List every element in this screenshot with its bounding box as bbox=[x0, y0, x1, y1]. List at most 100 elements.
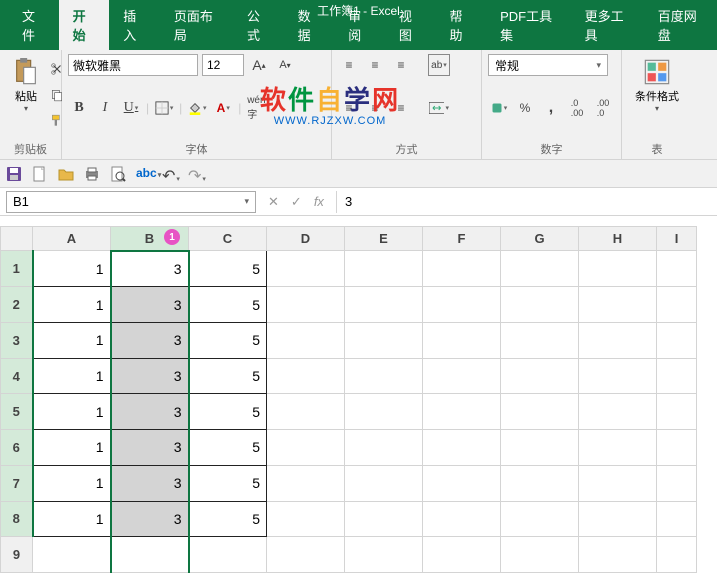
cell[interactable] bbox=[345, 537, 423, 573]
cell[interactable] bbox=[267, 251, 345, 287]
col-header-I[interactable]: I bbox=[657, 227, 697, 251]
cell[interactable]: 5 bbox=[189, 287, 267, 323]
cell[interactable]: 5 bbox=[189, 430, 267, 466]
increase-decimal-button[interactable]: .0.00 bbox=[566, 97, 588, 119]
col-header-D[interactable]: D bbox=[267, 227, 345, 251]
new-icon[interactable] bbox=[32, 166, 48, 182]
col-header-H[interactable]: H bbox=[579, 227, 657, 251]
cell[interactable] bbox=[657, 358, 697, 394]
print-icon[interactable] bbox=[84, 166, 100, 182]
accounting-format-button[interactable] bbox=[488, 97, 510, 119]
cell[interactable] bbox=[267, 537, 345, 573]
decrease-decimal-button[interactable]: .00.0 bbox=[592, 97, 614, 119]
cell[interactable]: 1 bbox=[33, 465, 111, 501]
fx-icon[interactable]: fx bbox=[314, 194, 324, 210]
cell[interactable]: 5 bbox=[189, 501, 267, 537]
sheet-area[interactable]: A B1 C D E F G H I 113521353135413551356… bbox=[0, 226, 717, 573]
tab-baidu[interactable]: 百度网盘 bbox=[644, 0, 717, 50]
cell[interactable] bbox=[345, 465, 423, 501]
cell[interactable] bbox=[345, 322, 423, 358]
cell[interactable] bbox=[33, 537, 111, 573]
cell[interactable] bbox=[657, 251, 697, 287]
cell[interactable] bbox=[501, 394, 579, 430]
cell[interactable] bbox=[423, 358, 501, 394]
cell[interactable] bbox=[189, 537, 267, 573]
tab-file[interactable]: 文件 bbox=[8, 0, 59, 50]
cell[interactable] bbox=[501, 501, 579, 537]
tab-page-layout[interactable]: 页面布局 bbox=[160, 0, 233, 50]
cell[interactable] bbox=[345, 287, 423, 323]
align-center-icon[interactable]: ≡ bbox=[364, 97, 386, 119]
row-header[interactable]: 1 bbox=[1, 251, 33, 287]
cell[interactable] bbox=[345, 251, 423, 287]
cancel-formula-icon[interactable]: ✕ bbox=[268, 194, 279, 210]
cell[interactable] bbox=[501, 537, 579, 573]
cell[interactable] bbox=[501, 465, 579, 501]
cell[interactable] bbox=[501, 358, 579, 394]
tab-view[interactable]: 视图 bbox=[385, 0, 436, 50]
percent-button[interactable]: % bbox=[514, 97, 536, 119]
cell[interactable] bbox=[501, 430, 579, 466]
cell[interactable] bbox=[657, 394, 697, 430]
cell[interactable] bbox=[267, 394, 345, 430]
cell[interactable] bbox=[267, 430, 345, 466]
align-right-icon[interactable]: ≡ bbox=[390, 97, 412, 119]
tab-review[interactable]: 审阅 bbox=[334, 0, 385, 50]
col-header-F[interactable]: F bbox=[423, 227, 501, 251]
cell[interactable] bbox=[423, 287, 501, 323]
paste-button[interactable]: 粘贴 ▾ bbox=[6, 54, 46, 132]
font-name-select[interactable] bbox=[68, 54, 198, 76]
cell[interactable]: 3 bbox=[111, 251, 189, 287]
cell[interactable] bbox=[267, 358, 345, 394]
cell[interactable] bbox=[345, 358, 423, 394]
spelling-icon[interactable]: abc bbox=[136, 166, 152, 182]
cell[interactable] bbox=[657, 287, 697, 323]
cell[interactable] bbox=[579, 537, 657, 573]
italic-button[interactable]: I bbox=[94, 97, 116, 119]
cell[interactable] bbox=[345, 501, 423, 537]
cell[interactable] bbox=[657, 465, 697, 501]
save-icon[interactable] bbox=[6, 166, 22, 182]
col-header-A[interactable]: A bbox=[33, 227, 111, 251]
cell[interactable]: 3 bbox=[111, 394, 189, 430]
col-header-B[interactable]: B1 bbox=[111, 227, 189, 251]
cell[interactable]: 1 bbox=[33, 358, 111, 394]
cell[interactable] bbox=[423, 465, 501, 501]
align-top-icon[interactable]: ≡ bbox=[338, 54, 360, 76]
phonetic-button[interactable]: wén字 bbox=[245, 97, 267, 119]
cell[interactable]: 1 bbox=[33, 394, 111, 430]
cell[interactable]: 1 bbox=[33, 251, 111, 287]
cell[interactable]: 3 bbox=[111, 465, 189, 501]
cell[interactable] bbox=[267, 287, 345, 323]
cell[interactable]: 3 bbox=[111, 322, 189, 358]
cell[interactable] bbox=[423, 251, 501, 287]
cell[interactable] bbox=[423, 430, 501, 466]
col-header-G[interactable]: G bbox=[501, 227, 579, 251]
conditional-format-button[interactable]: 条件格式 ▾ bbox=[628, 54, 686, 117]
cell[interactable] bbox=[423, 501, 501, 537]
row-header[interactable]: 4 bbox=[1, 358, 33, 394]
cell[interactable] bbox=[501, 322, 579, 358]
print-preview-icon[interactable] bbox=[110, 166, 126, 182]
font-color-button[interactable]: A bbox=[212, 97, 234, 119]
cell[interactable]: 1 bbox=[33, 501, 111, 537]
cell[interactable] bbox=[579, 501, 657, 537]
row-header[interactable]: 5 bbox=[1, 394, 33, 430]
border-button[interactable] bbox=[153, 97, 175, 119]
tab-formulas[interactable]: 公式 bbox=[233, 0, 284, 50]
align-bottom-icon[interactable]: ≡ bbox=[390, 54, 412, 76]
cell[interactable] bbox=[579, 287, 657, 323]
tab-help[interactable]: 帮助 bbox=[435, 0, 486, 50]
cell[interactable]: 1 bbox=[33, 322, 111, 358]
cell[interactable] bbox=[267, 322, 345, 358]
cell[interactable] bbox=[111, 537, 189, 573]
comma-button[interactable]: , bbox=[540, 97, 562, 119]
cell[interactable] bbox=[501, 287, 579, 323]
cell[interactable] bbox=[267, 501, 345, 537]
cell[interactable]: 5 bbox=[189, 251, 267, 287]
merge-button[interactable] bbox=[428, 97, 450, 119]
cell[interactable]: 3 bbox=[111, 287, 189, 323]
tab-home[interactable]: 开始 bbox=[59, 0, 110, 50]
cell[interactable] bbox=[657, 537, 697, 573]
bold-button[interactable]: B bbox=[68, 97, 90, 119]
